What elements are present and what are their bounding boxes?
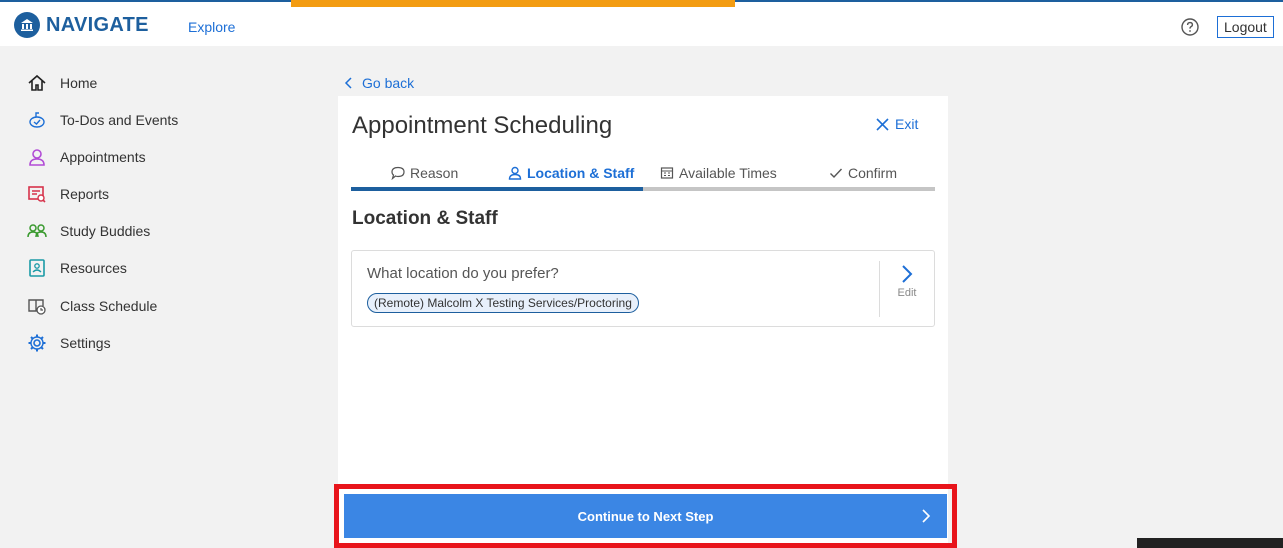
edit-label: Edit: [897, 287, 917, 299]
person-icon: [26, 146, 48, 168]
edit-location-button[interactable]: Edit: [892, 263, 922, 313]
appointment-scheduling-panel: Appointment Scheduling Exit Reason Locat…: [338, 96, 948, 548]
continue-label: Continue to Next Step: [577, 508, 714, 524]
person-icon: [508, 166, 522, 180]
gear-icon: [26, 332, 48, 354]
tab-label: Confirm: [848, 165, 898, 181]
sidebar-item-label: Study Buddies: [60, 223, 151, 239]
institution-logo-icon: [14, 12, 40, 38]
class-schedule-icon: [26, 295, 48, 317]
top-progress-bar: [291, 0, 735, 7]
sidebar-item-label: Appointments: [60, 149, 146, 165]
location-question: What location do you prefer?: [367, 265, 559, 282]
location-preference-card: What location do you prefer? (Remote) Ma…: [351, 250, 935, 327]
page-title: Appointment Scheduling: [352, 112, 613, 139]
corner-overlay: [1137, 538, 1283, 548]
sidebar-item-resources[interactable]: Resources: [26, 257, 127, 279]
home-icon: [26, 72, 48, 94]
sidebar-item-label: Settings: [60, 335, 111, 351]
tab-location-staff[interactable]: Location & Staff: [508, 165, 634, 181]
sidebar-item-label: Class Schedule: [60, 298, 158, 314]
study-buddies-icon: [26, 220, 48, 242]
close-icon: [876, 117, 889, 131]
tab-available-times[interactable]: Available Times: [660, 165, 777, 181]
resources-icon: [26, 257, 48, 279]
section-title: Location & Staff: [352, 208, 498, 229]
top-header: NAVIGATE Explore Logout: [0, 0, 1283, 46]
tab-confirm[interactable]: Confirm: [829, 165, 897, 181]
tab-label: Reason: [410, 165, 459, 181]
speech-bubble-icon: [391, 166, 405, 180]
calendar-icon: [660, 167, 674, 179]
selected-location-chip: (Remote) Malcolm X Testing Services/Proc…: [367, 293, 639, 313]
sidebar-item-label: Home: [60, 75, 98, 91]
sidebar-item-label: To-Dos and Events: [60, 112, 179, 128]
step-tabs: Reason Location & Staff Available Times …: [351, 160, 935, 191]
go-back-label: Go back: [362, 75, 415, 91]
sidebar-item-study-buddies[interactable]: Study Buddies: [26, 220, 150, 242]
sidebar-item-reports[interactable]: Reports: [26, 183, 109, 205]
exit-label: Exit: [895, 116, 919, 132]
checkmark-icon: [830, 168, 843, 179]
help-icon[interactable]: [1180, 17, 1200, 37]
card-divider: [879, 261, 880, 317]
report-icon: [26, 183, 48, 205]
continue-next-step-button[interactable]: Continue to Next Step: [344, 494, 947, 538]
sidebar-item-appointments[interactable]: Appointments: [26, 146, 146, 168]
chevron-right-icon: [922, 509, 931, 523]
sidebar-item-label: Reports: [60, 186, 110, 202]
sidebar-item-class-schedule[interactable]: Class Schedule: [26, 295, 157, 317]
chevron-right-icon: [902, 265, 913, 283]
exit-button[interactable]: Exit: [876, 116, 918, 132]
step-progress-active: [351, 187, 643, 191]
brand[interactable]: NAVIGATE: [14, 10, 149, 40]
tab-label: Available Times: [679, 165, 777, 181]
sidebar-item-home[interactable]: Home: [26, 72, 97, 94]
go-back-link[interactable]: Go back: [344, 75, 414, 91]
logout-button[interactable]: Logout: [1217, 16, 1274, 38]
sidebar-item-label: Resources: [60, 260, 127, 276]
tab-label: Location & Staff: [527, 165, 635, 181]
sidebar-item-todos[interactable]: To-Dos and Events: [26, 109, 178, 131]
brand-name: NAVIGATE: [46, 13, 149, 36]
todo-icon: [26, 109, 48, 131]
tab-reason[interactable]: Reason: [391, 165, 458, 181]
explore-link[interactable]: Explore: [188, 19, 235, 35]
chevron-left-icon: [344, 77, 352, 89]
sidebar-item-settings[interactable]: Settings: [26, 332, 111, 354]
